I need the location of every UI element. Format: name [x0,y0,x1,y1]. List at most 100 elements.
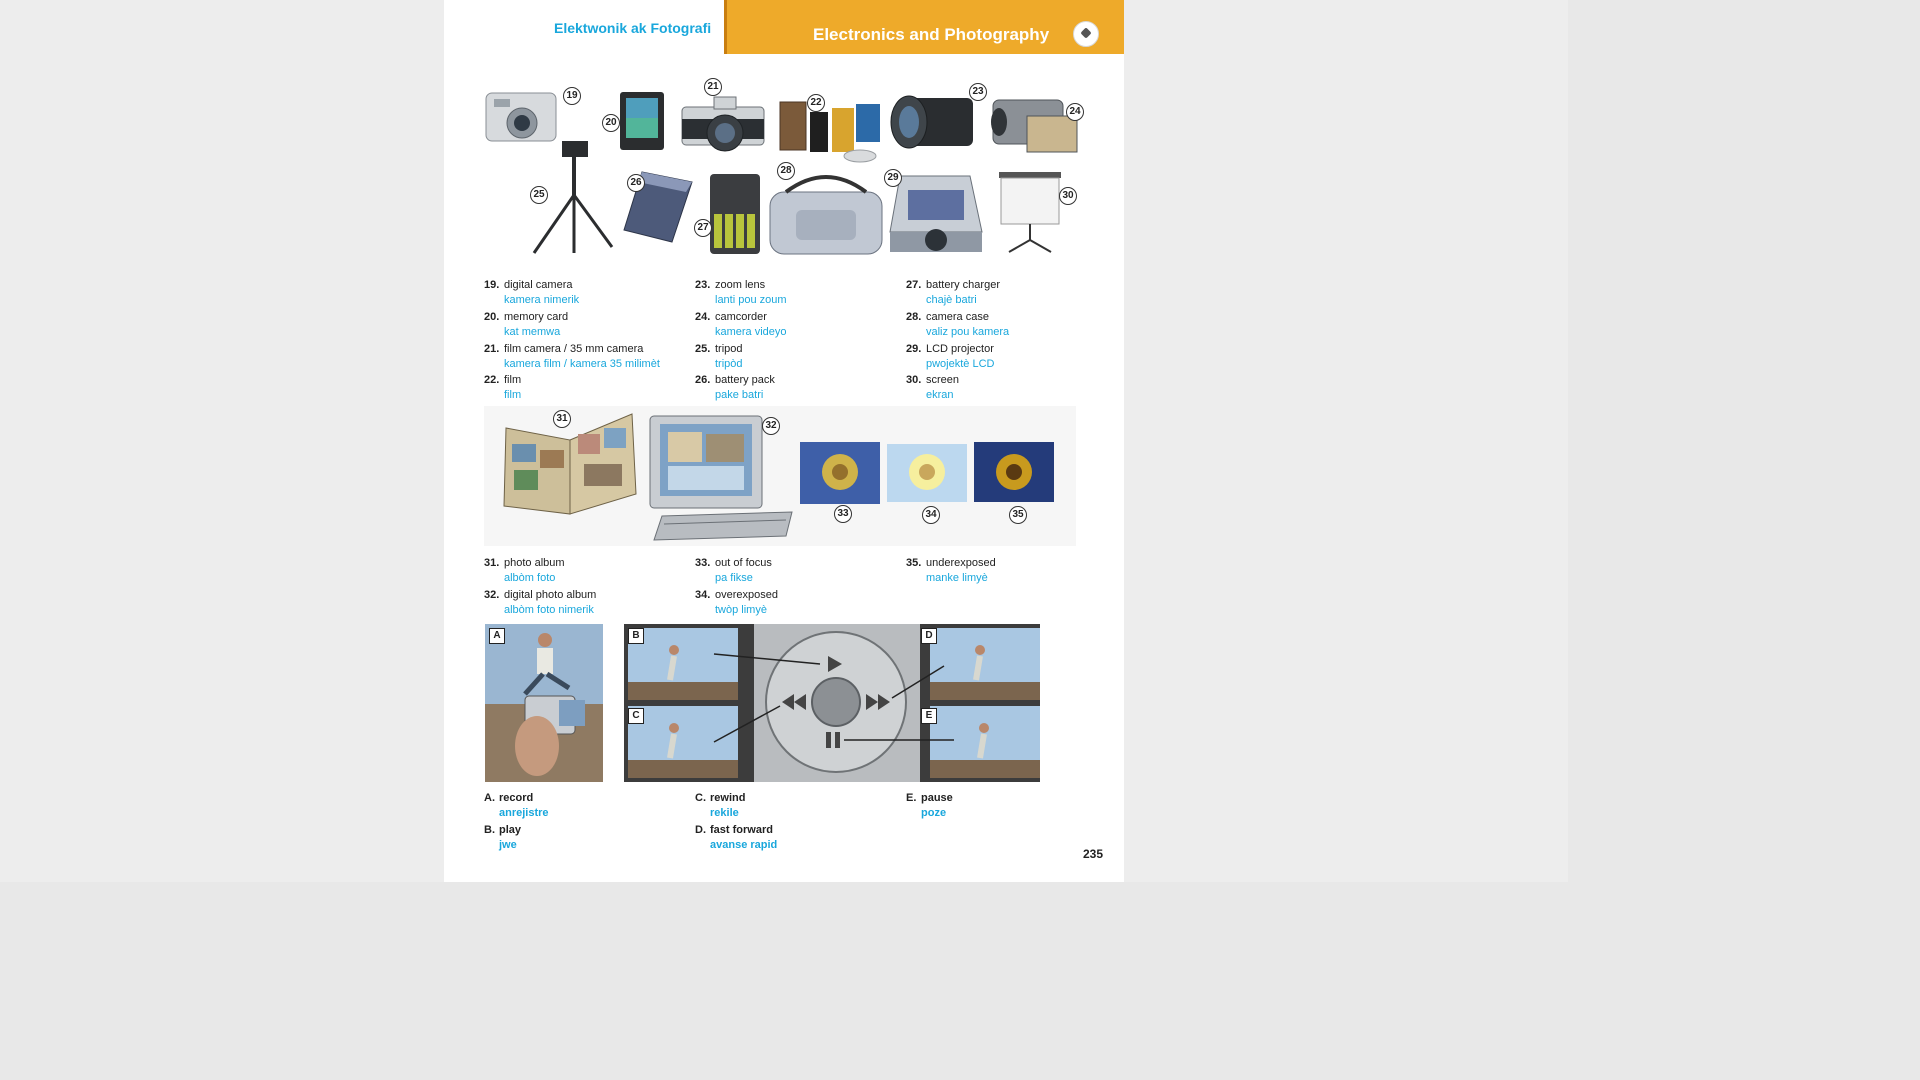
vocab-number: 33. [695,557,711,569]
vocab-item: E. pause poze [906,791,1106,819]
vocab-english: record [499,792,534,804]
overexposed-photo [887,444,967,502]
video-controls-scene [628,624,1040,782]
viewer-background-left [0,0,444,882]
panel-controls: B C D E [624,624,1040,782]
vocab-english: battery charger [926,279,1000,291]
marker-28: 28 [777,162,795,180]
header-creole-title: Elektwonik ak Fotografi [554,20,712,36]
vocab-english: camcorder [715,311,767,323]
vocab-creole: chajè batri [926,294,977,306]
vocab-number: 28. [906,311,922,323]
vocab-creole: albòm foto [504,572,556,584]
underexposed-photo [974,442,1054,502]
photo-album-illustration [503,413,637,515]
camera-case-illustration [769,175,883,255]
vocab-english: battery pack [715,374,775,386]
film-camera-illustration [681,96,765,152]
vocab-english: LCD projector [926,343,994,355]
record-scene [485,633,603,782]
header-english-title: Electronics and Photography [813,25,1050,44]
vocab-creole: pa fikse [715,572,753,584]
vocab-letter: B. [484,824,495,836]
vocab-english: pause [921,792,953,804]
panel-tag-c: C [628,708,644,724]
vocab-item: D. fast forward avanse rapid [695,823,895,851]
page-number: 235 [1083,847,1104,861]
vocab-english: zoom lens [715,279,766,291]
vocab-english: fast forward [710,824,773,836]
vocab-number: 20. [484,311,500,323]
vocab-english: overexposed [715,589,778,601]
vocab-letter: E. [906,792,917,804]
vocab-english: film camera / 35 mm camera [504,343,644,355]
vocab-creole: kat memwa [504,326,561,338]
vocab-creole: avanse rapid [710,839,778,851]
battery-charger-illustration [710,174,760,254]
vocab-item: C. rewind rekile [695,791,895,819]
film-rolls-illustration [779,101,880,163]
vocab-number: 21. [484,343,500,355]
vocab-number: 32. [484,589,500,601]
vocab-english: film [504,374,522,386]
camcorder-illustration [991,99,1078,153]
vocab-creole: pwojektè LCD [926,358,995,370]
vocab-number: 25. [695,343,711,355]
panel-tag-a: A [489,628,505,644]
vocab-creole: valiz pou kamera [926,326,1010,338]
vocab-item: 24. camcorder kamera videyo [695,310,895,338]
vocab-item: 32. digital photo album albòm foto nimerik [484,588,684,616]
vocab-number: 22. [484,374,500,386]
vocab-item: 28. camera case valiz pou kamera [906,310,1106,338]
vocab-english: tripod [715,343,743,355]
marker-29: 29 [884,169,902,187]
vocab-english: digital photo album [504,589,597,601]
vocab-number: 29. [906,343,922,355]
vocab-letter: D. [695,824,706,836]
marker-35: 35 [1009,506,1027,524]
header-banner: Electronics and Photography [724,0,1124,54]
marker-19: 19 [563,87,581,105]
vocab-item: 25. tripod tripòd [695,342,895,370]
vocab-creole: tripòd [715,358,743,370]
vocab-item: 35. underexposed manke limyè [906,556,1106,584]
marker-23: 23 [969,83,987,101]
vocab-creole: manke limyè [926,572,988,584]
vocab-creole: film [504,389,522,401]
marker-32: 32 [762,417,780,435]
vocab-item: B. play jwe [484,823,684,851]
marker-21: 21 [704,78,722,96]
vocab-item: 31. photo album albòm foto [484,556,684,584]
vocab-creole: ekran [926,389,954,401]
vocab-number: 26. [695,374,711,386]
marker-30: 30 [1059,187,1077,205]
vocab-number: 24. [695,311,711,323]
vocab-creole: albòm foto nimerik [504,604,594,616]
vocab-english: play [499,824,522,836]
vocab-item: 29. LCD projector pwojektè LCD [906,342,1106,370]
vocab-item: 22. film film [484,373,684,401]
vocab-item: 21. film camera / 35 mm camera kamera film… [484,342,684,370]
vocab-item: 27. battery charger chajè batri [906,278,1106,306]
marker-25: 25 [530,186,548,204]
vocab-number: 30. [906,374,922,386]
marker-34: 34 [922,506,940,524]
vocab-creole: lanti pou zoum [715,294,787,306]
textbook-page: Elektwonik ak Fotografi Electronics and … [444,0,1124,882]
vocab-number: 31. [484,557,500,569]
vocab-english: camera case [926,311,989,323]
panel-tag-d: D [921,628,937,644]
vocab-item: 19. digital camera kamera nimerik [484,278,684,306]
viewer-background-right [1124,0,1568,882]
vocab-english: screen [926,374,960,386]
soccer-ball-icon [1073,21,1099,47]
vocab-creole: kamera film / kamera 35 milimèt [504,358,660,370]
vocab-item: 33. out of focus pa fikse [695,556,895,584]
vocab-creole: pake batri [715,389,764,401]
marker-31: 31 [553,410,571,428]
vocab-english: digital camera [504,279,573,291]
vocab-letter: A. [484,792,495,804]
vocab-creole: rekile [710,807,739,819]
vocab-english: photo album [504,557,565,569]
zoom-lens-illustration [890,95,973,149]
